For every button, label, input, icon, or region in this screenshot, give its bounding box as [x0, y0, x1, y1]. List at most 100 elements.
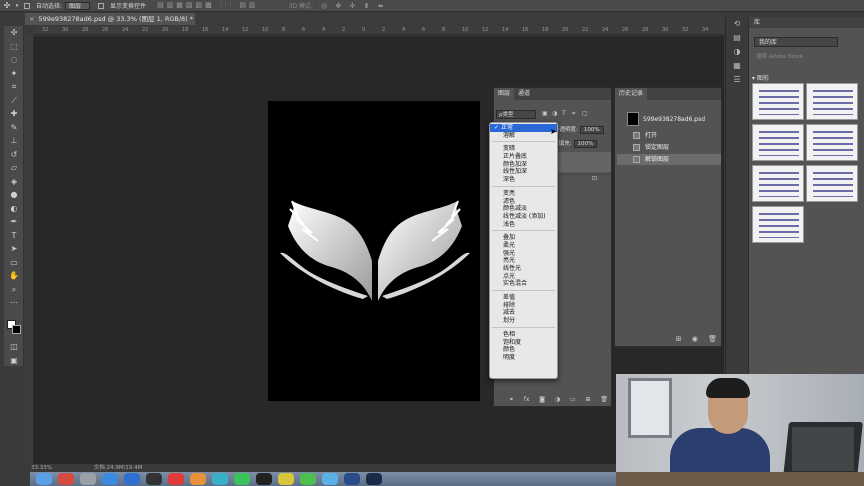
wechat-icon[interactable] [234, 473, 250, 485]
quick-mask-icon[interactable]: ◫ [4, 340, 24, 354]
blend-mode-option[interactable]: 色相 [490, 331, 557, 339]
library-graphic[interactable] [806, 124, 858, 161]
blend-mode-option[interactable]: 实色混合 [490, 280, 557, 288]
app-icon-green[interactable] [300, 473, 316, 485]
blend-mode-option[interactable]: 颜色 [490, 346, 557, 354]
shape-filter-icon[interactable]: ⌗ [572, 110, 575, 118]
library-selector[interactable]: 我的库 [754, 37, 838, 47]
history-item[interactable]: 打开 [617, 130, 721, 141]
new-document-icon[interactable]: ⊞ [676, 335, 682, 343]
blend-mode-option[interactable]: 线性光 [490, 265, 557, 273]
camera-icon[interactable]: ◉ [692, 335, 698, 343]
blend-mode-option[interactable]: 减去 [490, 309, 557, 317]
photoshop-icon[interactable] [366, 473, 382, 485]
blend-mode-option[interactable]: 排除 [490, 302, 557, 310]
magic-wand-tool-icon[interactable]: ✦ [4, 67, 24, 81]
path-selection-tool-icon[interactable]: ➤ [4, 242, 24, 256]
close-icon[interactable]: × [29, 15, 34, 23]
blend-mode-option[interactable]: 柔光 [490, 242, 557, 250]
layer-row[interactable] [556, 152, 611, 172]
blend-mode-option[interactable]: 浅色 [490, 221, 557, 229]
blend-mode-option[interactable]: 强光 [490, 250, 557, 258]
blend-mode-option[interactable]: 正片叠底 [490, 153, 557, 161]
healing-brush-tool-icon[interactable]: ✚ [4, 107, 24, 121]
blend-mode-option[interactable]: 溶解 [490, 132, 557, 140]
more-tools-icon[interactable]: ⋯ [4, 296, 24, 310]
document-canvas[interactable] [268, 101, 480, 401]
app-icon-red2[interactable] [168, 473, 184, 485]
hand-tool-icon[interactable]: ✋ [4, 269, 24, 283]
stock-search-input[interactable]: 搜索 Adobe Stock [754, 52, 838, 62]
brush-tool-icon[interactable]: ✎ [4, 121, 24, 135]
show-transform-checkbox[interactable] [98, 2, 105, 9]
paint-bucket-tool-icon[interactable]: ◈ [4, 175, 24, 189]
blend-mode-option[interactable]: 变暗 [490, 145, 557, 153]
app-icon-yellow[interactable] [278, 473, 294, 485]
layer-style-icon[interactable]: fx [524, 396, 530, 403]
auto-select-checkbox[interactable] [24, 2, 30, 9]
library-panel-icon[interactable]: ▤ [726, 31, 748, 45]
library-graphic[interactable] [752, 206, 804, 243]
blend-mode-option[interactable]: 深色 [490, 176, 557, 184]
layer-row[interactable]: ⊡ [556, 174, 611, 188]
fill-input[interactable]: 100% [573, 140, 598, 148]
properties-panel-icon[interactable]: ☰ [726, 73, 748, 87]
marquee-tool-icon[interactable]: ⬚ [4, 40, 24, 54]
library-graphic[interactable] [752, 83, 804, 120]
blend-mode-option[interactable]: 亮光 [490, 257, 557, 265]
history-brush-tool-icon[interactable]: ↺ [4, 148, 24, 162]
swatches-panel-icon[interactable]: ▦ [726, 59, 748, 73]
history-snapshot[interactable]: 599e938278ad6.psd [617, 108, 720, 130]
library-graphic[interactable] [806, 165, 858, 202]
app-icon-orange[interactable] [190, 473, 206, 485]
type-filter-icon[interactable]: T [562, 110, 566, 117]
app-icon-red[interactable] [58, 473, 74, 485]
rectangle-tool-icon[interactable]: ▭ [4, 256, 24, 270]
group-icon[interactable]: ▭ [570, 396, 576, 403]
app-icon-gray[interactable] [80, 473, 96, 485]
adjustment-layer-icon[interactable]: ◑ [555, 396, 560, 403]
eyedropper-tool-icon[interactable]: ⟋ [4, 94, 24, 108]
layer-filter-dropdown[interactable]: ρ类型 [496, 110, 536, 119]
app-icon-lightblue[interactable] [322, 473, 338, 485]
tab-history[interactable]: 历史记录 [615, 88, 648, 100]
app-icon-black[interactable] [256, 473, 272, 485]
adjustment-filter-icon[interactable]: ◑ [552, 110, 557, 117]
safari-icon[interactable] [102, 473, 118, 485]
history-panel-icon[interactable]: ⟲ [726, 17, 748, 31]
blend-mode-option[interactable]: 线性加深 [490, 168, 557, 176]
3d-tools-icon[interactable]: ◎ ✥ ✣ ⬍ ⬌ [321, 2, 386, 10]
blend-mode-option[interactable]: 颜色减淡 [490, 205, 557, 213]
dodge-tool-icon[interactable]: ◐ [4, 202, 24, 216]
blend-mode-option[interactable]: 明度 [490, 354, 557, 362]
pen-tool-icon[interactable]: ✒ [4, 215, 24, 229]
chevron-down-icon[interactable]: ▾ [14, 3, 20, 9]
crop-tool-icon[interactable]: ⌗ [4, 80, 24, 94]
eraser-tool-icon[interactable]: ▱ [4, 161, 24, 175]
zoom-tool-icon[interactable]: ⌕ [4, 283, 24, 297]
move-tool-icon[interactable]: ✣ [4, 26, 24, 40]
blend-mode-option[interactable]: 叠加 [490, 234, 557, 242]
library-graphic[interactable] [752, 124, 804, 161]
move-tool-icon[interactable]: ✣ [0, 1, 14, 10]
layer-mask-icon[interactable]: ◙ [539, 396, 545, 403]
background-color-swatch[interactable] [12, 325, 21, 334]
app-icon-teal[interactable] [212, 473, 228, 485]
blend-mode-option[interactable]: ✓ 正常 [490, 124, 557, 132]
history-item[interactable]: 锁定图层 [617, 142, 721, 153]
pixel-filter-icon[interactable]: ▣ [542, 110, 548, 117]
blend-mode-option[interactable]: 划分 [490, 317, 557, 325]
library-graphic[interactable] [806, 83, 858, 120]
trash-icon[interactable]: 🗑︎ [600, 396, 608, 403]
library-graphic[interactable] [752, 165, 804, 202]
blur-tool-icon[interactable]: ● [4, 188, 24, 202]
tab-layers[interactable]: 图层 [494, 88, 515, 100]
blend-mode-option[interactable]: 饱和度 [490, 339, 557, 347]
history-item[interactable]: 解锁图层 [617, 154, 721, 165]
type-tool-icon[interactable]: T [4, 229, 24, 243]
app-icon-navy[interactable] [344, 473, 360, 485]
auto-select-dropdown[interactable]: 图层 [65, 1, 91, 10]
trash-icon[interactable]: 🗑︎ [708, 335, 717, 343]
link-layers-icon[interactable]: ⚭ [509, 396, 514, 403]
blend-mode-option[interactable]: 线性减淡 (添加) [490, 213, 557, 221]
